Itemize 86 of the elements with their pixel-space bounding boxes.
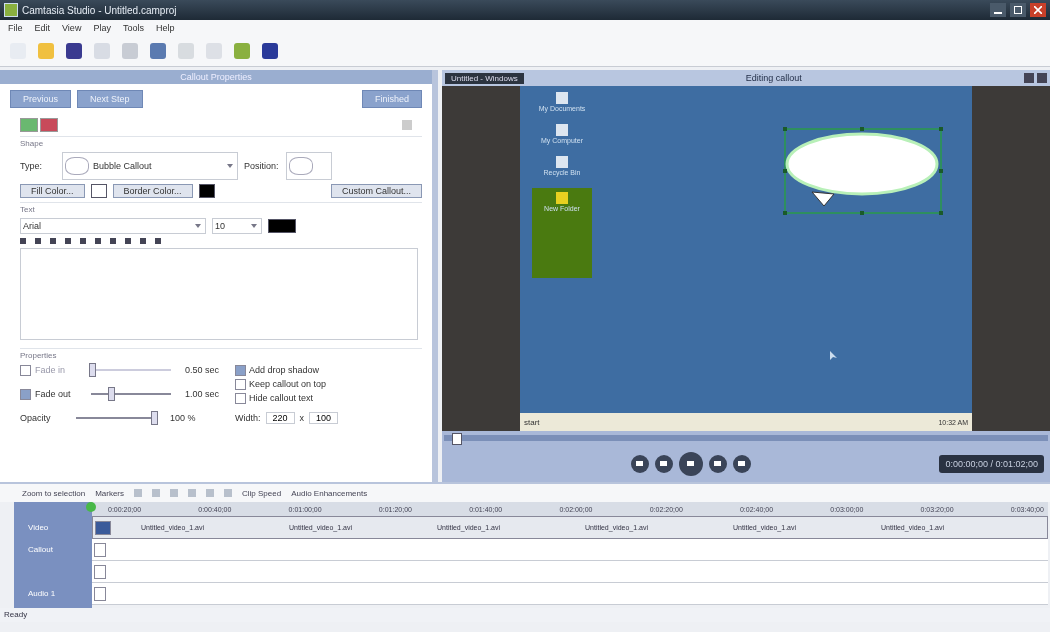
track-checkbox[interactable]: [94, 564, 106, 579]
window-title: Camtasia Studio - Untitled.camproj: [22, 4, 177, 16]
slider-value: 1.00 sec: [185, 389, 220, 399]
delete-callout-icon[interactable]: [40, 118, 58, 132]
time-display: 0:00:00;00 / 0:01:02;00: [939, 454, 1044, 473]
text-color-swatch[interactable]: [268, 219, 296, 233]
restore-icon[interactable]: [1024, 73, 1034, 83]
section-heading: Shape: [20, 139, 45, 148]
checkbox-label: Hide callout text: [249, 393, 314, 403]
section-heading: Properties: [20, 351, 58, 360]
timeline-tool[interactable]: Audio Enhancements: [291, 488, 368, 498]
menu-item[interactable]: File: [8, 23, 23, 33]
timeline-tool[interactable]: Clip Speed: [242, 488, 282, 498]
size-dropdown[interactable]: 10: [212, 218, 262, 234]
slider-label: Opacity: [20, 413, 52, 423]
height-field[interactable]: 100: [309, 412, 339, 424]
slider-value: 0.50 sec: [185, 365, 220, 375]
previous-button[interactable]: [630, 454, 649, 473]
desktop-icon[interactable]: [556, 92, 568, 104]
border-color-button[interactable]: Border Color...: [112, 184, 193, 198]
menu-item[interactable]: Help: [155, 23, 175, 33]
section-heading: Text: [20, 205, 36, 214]
checkbox-label: Add drop shadow: [249, 365, 320, 375]
desktop-icon[interactable]: [556, 192, 568, 204]
checkbox[interactable]: [235, 364, 246, 376]
border-color-swatch[interactable]: [198, 184, 215, 198]
callout-drawing[interactable]: [782, 126, 944, 216]
maximize-button[interactable]: [1010, 3, 1026, 17]
add-callout-icon[interactable]: [20, 118, 38, 132]
track-checkbox[interactable]: [95, 520, 111, 535]
type-label: Type:: [20, 161, 43, 171]
position-dropdown[interactable]: [286, 152, 332, 180]
cursor-icon: [830, 351, 838, 361]
play-button[interactable]: [678, 451, 703, 476]
close-icon: [1034, 6, 1042, 14]
checkbox[interactable]: [235, 378, 246, 390]
by-label: x: [299, 413, 305, 423]
track-checkbox[interactable]: [94, 542, 106, 557]
type-dropdown[interactable]: Bubble Callout: [62, 152, 238, 180]
app-icon: [4, 3, 18, 17]
menu-item[interactable]: Play: [93, 23, 111, 33]
rewind-button[interactable]: [654, 454, 673, 473]
slider[interactable]: [89, 363, 173, 377]
checkbox[interactable]: [20, 364, 31, 376]
timeline-tool[interactable]: Markers: [95, 488, 125, 498]
checkbox-label: Keep callout on top: [249, 379, 327, 389]
fill-color-button[interactable]: Fill Color...: [20, 184, 85, 198]
menu-item[interactable]: Tools: [122, 23, 144, 33]
caret-icon: [251, 224, 257, 228]
track-checkbox[interactable]: [94, 586, 106, 601]
font-dropdown[interactable]: Arial: [20, 218, 206, 234]
caret-icon: [195, 224, 201, 228]
close-button[interactable]: [1030, 3, 1046, 17]
slider-value: 100 %: [170, 413, 196, 423]
callout-text-field[interactable]: [20, 248, 418, 340]
minimize-button[interactable]: [990, 3, 1006, 17]
seek-handle[interactable]: [452, 433, 463, 445]
slider-thumb[interactable]: [151, 411, 158, 425]
desktop-icon[interactable]: [556, 156, 568, 168]
desktop-icon[interactable]: [556, 124, 568, 136]
width-label: Width:: [235, 413, 261, 423]
position-label: Position:: [244, 161, 280, 171]
slider[interactable]: [89, 387, 173, 401]
slider[interactable]: [74, 411, 158, 425]
start-button[interactable]: start: [524, 417, 540, 427]
menu-item[interactable]: Edit: [34, 23, 51, 33]
playhead-icon[interactable]: [86, 502, 96, 512]
panel-title: Callout Properties: [0, 70, 432, 84]
close-icon[interactable]: [1037, 73, 1047, 83]
timeline-tool[interactable]: Zoom to selection: [22, 488, 86, 498]
menu-item[interactable]: View: [62, 23, 82, 33]
custom-callout-button[interactable]: Custom Callout...: [330, 184, 422, 198]
preview-title: Editing callout: [744, 73, 803, 83]
fill-color-swatch[interactable]: [90, 184, 107, 198]
slider-label: Fade out: [35, 389, 72, 399]
checkbox[interactable]: [235, 392, 246, 404]
forward-button[interactable]: [708, 454, 727, 473]
caret-icon: [227, 164, 233, 168]
width-field[interactable]: 220: [265, 412, 295, 424]
slider-thumb[interactable]: [108, 387, 116, 401]
slider-label: Fade in: [35, 365, 67, 375]
next-button[interactable]: [732, 454, 751, 473]
checkbox[interactable]: [20, 388, 31, 400]
slider-thumb[interactable]: [89, 363, 96, 377]
maximize-icon: [1014, 6, 1022, 14]
preview-tab[interactable]: Untitled - Windows: [445, 72, 524, 84]
